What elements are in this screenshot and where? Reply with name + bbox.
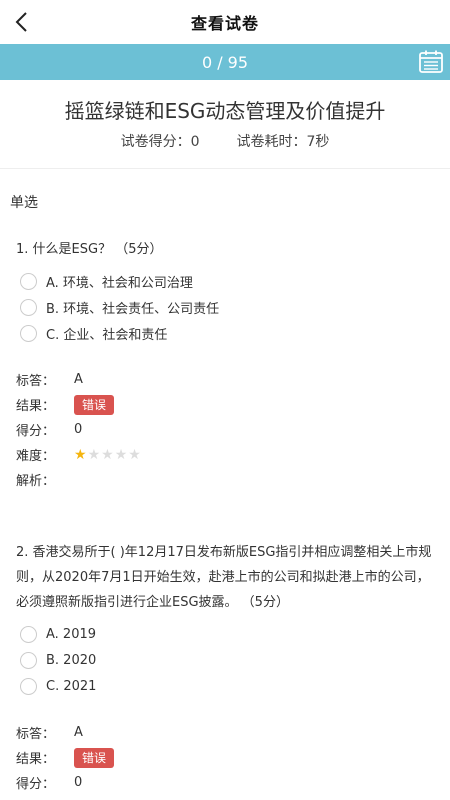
- radio-icon[interactable]: [20, 677, 37, 695]
- option-c[interactable]: C. 企业、社会和责任: [16, 320, 434, 346]
- radio-icon[interactable]: [20, 272, 37, 290]
- divider: [0, 168, 450, 169]
- analysis-row: 解析：: [16, 467, 434, 492]
- option-list: A. 2019 B. 2020 C. 2021: [16, 621, 434, 699]
- difficulty-stars: ★ ★ ★ ★ ★: [74, 448, 141, 462]
- result-label: 结果：: [16, 399, 56, 414]
- answer-label: 标答：: [16, 727, 56, 742]
- paper-summary: 试卷得分：0 试卷耗时：7秒: [0, 131, 450, 153]
- option-a[interactable]: A. 2019: [16, 621, 434, 647]
- answer-row: 标答： A: [16, 720, 434, 745]
- question-text: 1. 什么是ESG？ （5分）: [16, 242, 163, 257]
- top-nav-bar: 查看试卷: [0, 0, 450, 44]
- question-meta: 标答： A 结果： 错误 得分： 0 难度： ★ ★ ★ ★ ★ 解析：: [16, 367, 434, 492]
- difficulty-row: 难度：★★★★★: [16, 442, 434, 467]
- progress-counter: 0 / 95: [201, 52, 249, 72]
- analysis-label: 解析：: [16, 474, 56, 489]
- radio-icon[interactable]: [20, 651, 37, 669]
- option-list: A. 环境、社会和公司治理 B. 环境、社会责任、公司责任 C. 企业、社会和责…: [16, 268, 434, 346]
- star-empty-icon: ★: [114, 446, 128, 463]
- answer-label: 标答：: [16, 374, 56, 389]
- time-value: 7秒: [306, 134, 330, 150]
- result-row: 结果： 错误: [16, 745, 434, 770]
- score-row: 得分： 0: [16, 417, 434, 442]
- question-card: 1. 什么是ESG？ （5分） A. 环境、社会和公司治理 B. 环境、社会责任…: [0, 237, 450, 492]
- question-score-label: 得分：: [16, 424, 56, 439]
- option-label: C. 企业、社会和责任: [46, 327, 168, 343]
- difficulty-label: 难度：: [16, 449, 56, 464]
- answer-value: A: [74, 372, 83, 387]
- option-label: C. 2021: [46, 678, 97, 694]
- paper-title: 摇篮绿链和ESG动态管理及价值提升: [64, 99, 386, 123]
- option-label: B. 2020: [46, 652, 97, 668]
- radio-icon[interactable]: [20, 298, 37, 316]
- radio-icon[interactable]: [20, 625, 37, 643]
- question-score-value: 0: [74, 422, 83, 437]
- question-card: 2. 香港交易所于( )年12月17日发布新版ESG指引并相应调整相关上市规则，…: [0, 540, 450, 800]
- star-empty-icon: ★: [101, 446, 114, 463]
- calendar-icon[interactable]: [418, 49, 444, 75]
- option-c[interactable]: C. 2021: [16, 673, 434, 699]
- option-a[interactable]: A. 环境、社会和公司治理: [16, 268, 434, 294]
- time-label: 试卷耗时：: [236, 134, 307, 150]
- result-badge: 错误: [74, 394, 115, 415]
- option-b[interactable]: B. 环境、社会责任、公司责任: [16, 294, 434, 320]
- answer-row: 标答： A: [16, 367, 434, 392]
- option-b[interactable]: B. 2020: [16, 647, 434, 673]
- difficulty-row: 难度：★★★★★: [16, 795, 434, 800]
- page-title: 查看试卷: [190, 14, 259, 33]
- score-row: 得分： 0: [16, 770, 434, 795]
- score-label: 试卷得分：: [120, 134, 191, 150]
- answer-value: A: [74, 725, 83, 740]
- radio-icon[interactable]: [20, 324, 37, 342]
- back-arrow-icon[interactable]: [10, 9, 36, 35]
- section-title: 单选: [10, 195, 38, 211]
- result-badge: 错误: [74, 747, 115, 768]
- option-label: A. 环境、社会和公司治理: [46, 275, 193, 291]
- progress-bar: 0 / 95: [0, 44, 450, 80]
- star-empty-icon: ★: [128, 446, 141, 463]
- result-row: 结果： 错误: [16, 392, 434, 417]
- score-value: 0: [190, 134, 200, 150]
- option-label: A. 2019: [46, 626, 97, 642]
- question-text: 2. 香港交易所于( )年12月17日发布新版ESG指引并相应调整相关上市规则，…: [16, 545, 432, 610]
- star-empty-icon: ★: [87, 446, 101, 463]
- option-label: B. 环境、社会责任、公司责任: [46, 301, 220, 317]
- question-score-value: 0: [74, 775, 83, 790]
- result-label: 结果：: [16, 752, 56, 767]
- question-score-label: 得分：: [16, 777, 56, 792]
- star-filled-icon: ★: [74, 446, 87, 463]
- question-meta: 标答： A 结果： 错误 得分： 0 难度：★★★★★: [16, 720, 434, 800]
